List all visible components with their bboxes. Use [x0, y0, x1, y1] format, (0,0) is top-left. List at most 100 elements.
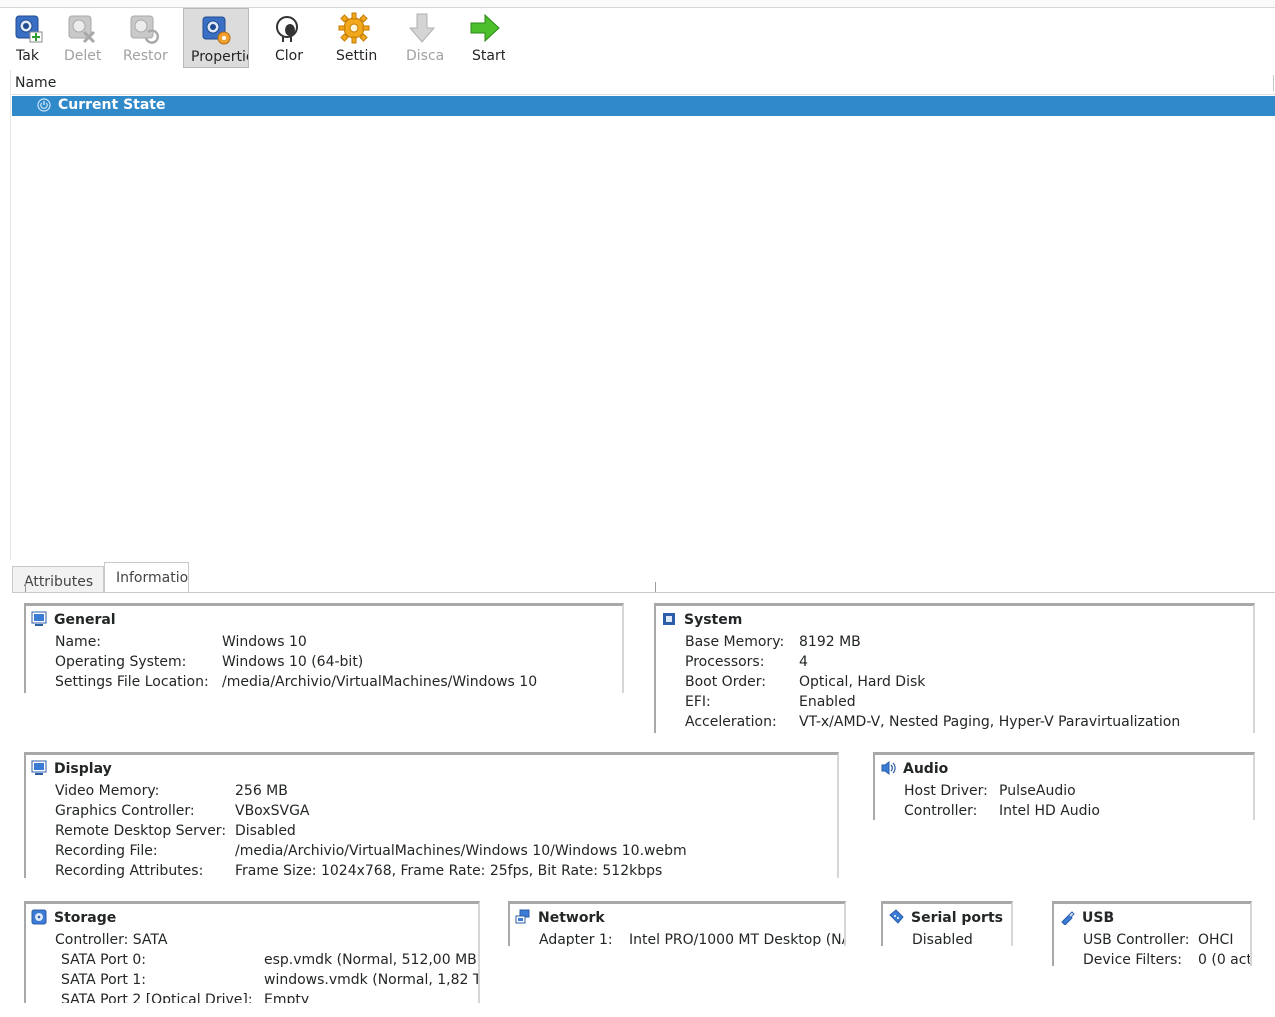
system-boot-label: Boot Order: — [685, 674, 766, 690]
network-icon — [515, 909, 530, 924]
chip-system-icon — [663, 613, 675, 625]
storage-port0-label: SATA Port 0: — [61, 952, 146, 968]
discard-button[interactable]: Disca — [399, 8, 445, 68]
camera-restore-icon — [130, 15, 160, 44]
arrow-down-icon — [408, 13, 436, 43]
usb-icon — [1061, 911, 1075, 925]
storage-title: Storage — [54, 910, 117, 926]
tab-information[interactable]: Information — [104, 562, 189, 592]
general-title: General — [54, 612, 116, 628]
settings-button[interactable]: Settin — [329, 8, 379, 68]
usb-controller-label: USB Controller: — [1083, 932, 1190, 948]
audio-controller-value: Intel HD Audio — [999, 803, 1100, 819]
system-accel-value: VT-x/AMD-V, Nested Paging, Hyper-V Parav… — [799, 714, 1181, 730]
storage-controller: Controller: SATA — [55, 932, 168, 948]
delete-snapshot-button[interactable]: Delet — [57, 8, 107, 68]
start-label: Start — [472, 48, 505, 64]
sheep-clone-icon — [276, 16, 298, 42]
general-name-value: Windows 10 — [222, 634, 307, 650]
storage-port1-value: windows.vmdk (Normal, 1,82 TB) — [264, 972, 480, 988]
snapshot-toolbar: Tak Delet Restor Propertie — [0, 8, 1275, 70]
monitor-general-icon — [31, 611, 47, 626]
display-recfile-value: /media/Archivio/VirtualMachines/Windows … — [235, 843, 687, 859]
disk-storage-icon — [31, 909, 47, 925]
window-top-edge — [0, 0, 1275, 8]
storage-port0-value: esp.vmdk (Normal, 512,00 MB) — [264, 952, 480, 968]
general-location-label: Settings File Location: — [55, 674, 209, 690]
audio-pane: Audio Host Driver: PulseAudio Controller… — [873, 752, 1255, 820]
usb-title: USB — [1082, 910, 1115, 926]
serial-ports-pane: Serial ports Disabled — [881, 901, 1013, 946]
clone-vm-button[interactable]: Clor — [268, 8, 306, 68]
display-pane: Display Video Memory: 256 MB Graphics Co… — [24, 752, 839, 878]
splitter-stub-left — [25, 582, 26, 592]
display-vmem-value: 256 MB — [235, 783, 288, 799]
arrow-right-start-icon — [470, 13, 500, 43]
camera-properties-icon — [202, 16, 231, 45]
audio-title: Audio — [903, 761, 949, 777]
audio-controller-label: Controller: — [904, 803, 978, 819]
usb-pane: USB USB Controller: OHCI Device Filters:… — [1052, 901, 1252, 966]
camera-take-icon — [15, 15, 43, 43]
system-memory-value: 8192 MB — [799, 634, 861, 650]
network-title: Network — [538, 910, 605, 926]
system-processors-label: Processors: — [685, 654, 765, 670]
settings-label: Settin — [336, 48, 378, 64]
system-pane: System Base Memory: 8192 MB Processors: … — [654, 603, 1255, 733]
display-rds-value: Disabled — [235, 823, 296, 839]
general-os-value: Windows 10 (64-bit) — [222, 654, 364, 670]
start-button[interactable]: Start — [465, 8, 505, 68]
display-recattr-value: Frame Size: 1024x768, Frame Rate: 25fps,… — [235, 863, 663, 878]
restore-snapshot-label: Restor — [123, 48, 168, 64]
clone-vm-label: Clor — [275, 48, 303, 64]
audio-host-label: Host Driver: — [904, 783, 988, 799]
network-adapter1-label: Adapter 1: — [539, 932, 613, 946]
usb-filters-label: Device Filters: — [1083, 952, 1183, 966]
display-recattr-label: Recording Attributes: — [55, 863, 204, 878]
camera-delete-icon — [68, 15, 96, 44]
audio-host-value: PulseAudio — [999, 783, 1076, 799]
name-column-header[interactable]: Name — [15, 75, 56, 91]
details-tabs: Attributes Information — [12, 562, 1275, 592]
column-separator — [1273, 75, 1274, 91]
storage-pane: Storage Controller: SATA SATA Port 0: es… — [24, 901, 480, 1003]
monitor-display-icon — [31, 760, 47, 775]
general-pane: General Name: Windows 10 Operating Syste… — [24, 603, 624, 693]
discard-label: Disca — [406, 48, 445, 64]
take-snapshot-label: Tak — [16, 48, 39, 64]
display-rds-label: Remote Desktop Server: — [55, 823, 227, 839]
system-title: System — [684, 612, 743, 628]
snapshot-properties-label: Propertie — [191, 49, 248, 65]
system-boot-value: Optical, Hard Disk — [799, 674, 926, 690]
restore-snapshot-button[interactable]: Restor — [116, 8, 172, 68]
usb-filters-value: 0 (0 active) — [1198, 952, 1252, 966]
power-icon — [37, 98, 51, 112]
take-snapshot-button[interactable]: Tak — [9, 8, 49, 68]
usb-controller-value: OHCI — [1198, 932, 1234, 948]
gear-icon — [338, 12, 370, 44]
storage-port2-label: SATA Port 2 [Optical Drive]: — [61, 992, 253, 1003]
current-state-label: Current State — [58, 97, 166, 113]
system-memory-label: Base Memory: — [685, 634, 785, 650]
tab-base-line — [12, 592, 1275, 593]
speaker-audio-icon — [881, 761, 896, 775]
network-pane: Network Adapter 1: Intel PRO/1000 MT Des… — [508, 901, 846, 946]
serial-ports-status: Disabled — [912, 932, 973, 946]
storage-port2-value: Empty — [264, 992, 310, 1003]
tree-row-current-state[interactable]: Current State — [12, 96, 1275, 116]
system-efi-label: EFI: — [685, 694, 711, 710]
storage-port1-label: SATA Port 1: — [61, 972, 146, 988]
snapshot-properties-button[interactable]: Propertie — [183, 8, 249, 68]
general-name-label: Name: — [55, 634, 102, 650]
display-recfile-label: Recording File: — [55, 843, 158, 859]
tree-left-border — [10, 70, 11, 560]
system-efi-value: Enabled — [799, 694, 856, 710]
system-accel-label: Acceleration: — [685, 714, 777, 730]
display-vmem-label: Video Memory: — [55, 783, 160, 799]
tree-header: Name — [12, 73, 1275, 95]
display-gc-value: VBoxSVGA — [235, 803, 310, 819]
network-adapter1-value: Intel PRO/1000 MT Desktop (NAT) — [629, 932, 846, 946]
general-os-label: Operating System: — [55, 654, 187, 670]
serial-ports-title: Serial ports — [911, 910, 1003, 926]
display-title: Display — [54, 761, 112, 777]
